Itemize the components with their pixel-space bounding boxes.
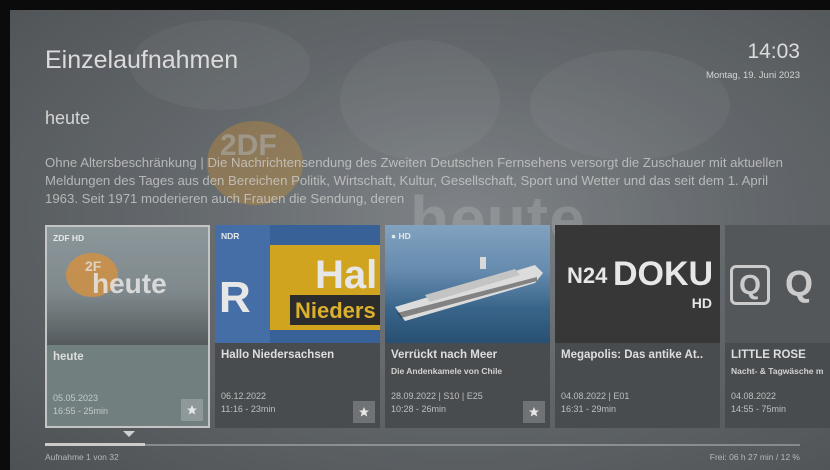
recording-title: Verrückt nach Meer xyxy=(391,349,498,361)
recording-time: 14:55 - 75min xyxy=(731,404,787,414)
free-space: Frei: 06 h 27 min / 12 % xyxy=(709,452,800,462)
recording-time: 16:31 - 29min xyxy=(561,404,617,414)
recording-time: 10:28 - 26min xyxy=(391,404,447,414)
favorite-button[interactable] xyxy=(181,399,203,421)
map-shape xyxy=(530,50,730,160)
list-position-track xyxy=(45,444,800,446)
program-description: Ohne Altersbeschränkung | Die Nachrichte… xyxy=(45,155,783,206)
recording-time: 11:16 - 23min xyxy=(221,404,276,414)
das-erste-hd-logo: ● HD xyxy=(391,231,411,241)
clock: 14:03 xyxy=(747,40,800,63)
recording-title: Hallo Niedersachsen xyxy=(221,349,335,361)
thumbnail: 2F heute xyxy=(47,227,208,345)
cruise-ship-image xyxy=(395,257,543,321)
thumb-text: Hal xyxy=(315,253,378,297)
thumbnail: Q Q xyxy=(725,225,830,343)
recording-time: 16:55 - 25min xyxy=(53,406,109,416)
recording-card-megapolis[interactable]: N24 DOKU HD Megapolis: Das antike At.. 0… xyxy=(555,225,720,428)
recording-date: 04.08.2022 | E01 xyxy=(561,391,630,401)
doku-logo-text: DOKU xyxy=(613,255,714,293)
recording-card-verrueckt-nach-meer[interactable]: ● HD Verrückt nach Meer Die Andenkamele … xyxy=(385,225,550,428)
map-shape xyxy=(340,40,500,160)
recording-card-little-rose[interactable]: Q Q LITTLE ROSE Nacht- & Tagwäsche m 04.… xyxy=(725,225,830,428)
position-caret-icon xyxy=(123,431,135,437)
list-position-indicator xyxy=(45,443,145,446)
favorite-button[interactable] xyxy=(353,401,375,423)
star-icon xyxy=(359,407,369,417)
star-icon xyxy=(529,407,539,417)
thumb-letter: R xyxy=(219,273,251,322)
svg-text:heute: heute xyxy=(92,268,167,299)
thumbnail: N24 DOKU HD xyxy=(555,225,720,343)
recording-title: heute xyxy=(53,351,84,363)
hd-logo-text: HD xyxy=(691,295,712,311)
thumbnail: R Hal Nieders xyxy=(215,225,380,343)
recording-date: 28.09.2022 | S10 | E25 xyxy=(391,391,483,401)
recording-date: 06.12.2022 xyxy=(221,391,267,401)
recording-title: LITTLE ROSE xyxy=(731,349,806,361)
channel-label: NDR xyxy=(221,231,240,241)
recording-date: 04.08.2022 xyxy=(731,391,777,401)
program-title: heute xyxy=(45,108,91,128)
recording-subtitle: Nacht- & Tagwäsche m xyxy=(731,366,824,376)
date-label: Montag, 19. Juni 2023 xyxy=(705,70,800,81)
recording-date: 05.05.2023 xyxy=(53,393,99,403)
zdf-heute-logo: 2F heute xyxy=(66,253,167,299)
favorite-button[interactable] xyxy=(523,401,545,423)
qvc-logo-text: Q xyxy=(785,263,814,304)
n24-logo-text: N24 xyxy=(567,263,608,288)
qvc-logo: Q xyxy=(730,265,770,305)
recording-subtitle: Die Andenkamele von Chile xyxy=(391,366,503,376)
star-icon xyxy=(187,405,197,415)
recordings-row: 2F heute ZDF HD heute 05.05.2023 16:55 -… xyxy=(45,225,830,428)
tv-screen: 2DF heute Einzelaufnahmen 14:03 Montag, … xyxy=(10,10,830,470)
thumbnail xyxy=(385,225,550,343)
thumb-text: Nieders xyxy=(295,298,376,323)
channel-label: ZDF HD xyxy=(53,233,85,243)
recording-card-heute[interactable]: 2F heute ZDF HD heute 05.05.2023 16:55 -… xyxy=(45,225,210,428)
channel-label: HD xyxy=(398,231,411,241)
recording-title: Megapolis: Das antike At.. xyxy=(561,349,704,361)
recording-count: Aufnahme 1 von 32 xyxy=(45,452,119,462)
recording-card-hallo-niedersachsen[interactable]: R Hal Nieders NDR Hallo Niedersachsen 06… xyxy=(215,225,380,428)
page-title: Einzelaufnahmen xyxy=(45,46,239,74)
